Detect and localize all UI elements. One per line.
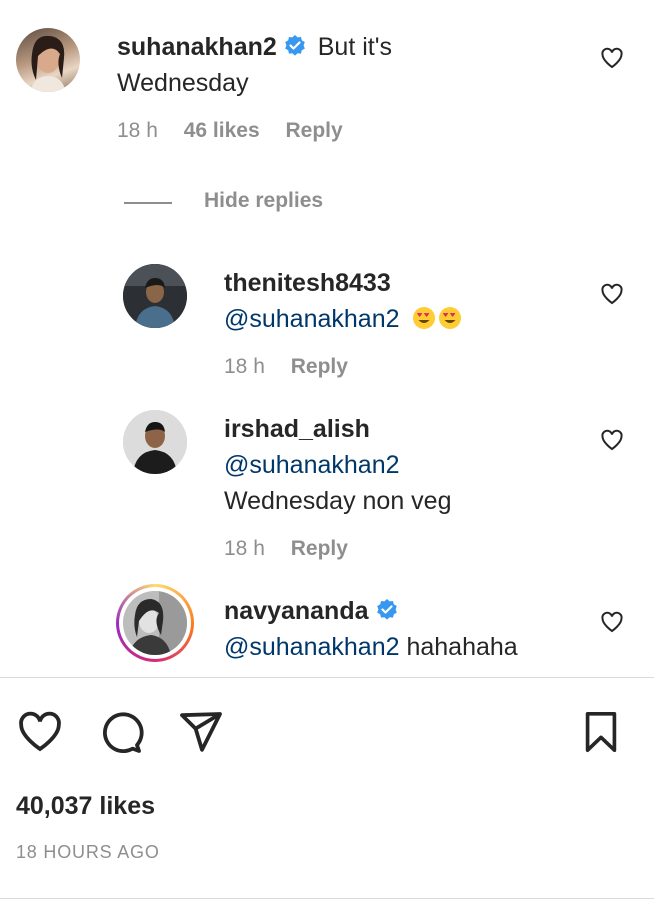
bottom-divider [0, 898, 654, 899]
section-divider [0, 677, 654, 678]
verified-badge-icon [376, 599, 397, 620]
reply-text: hahahaha [406, 633, 518, 661]
reply-username[interactable]: navyananda [224, 597, 369, 625]
post-likes[interactable]: 40,037 likes [16, 792, 155, 821]
reply-mention[interactable]: @suhanakhan2 [224, 305, 400, 333]
like-reply-heart-icon[interactable] [600, 610, 624, 634]
avatar-image [123, 591, 187, 655]
avatar-image [123, 264, 187, 328]
reply-mention[interactable]: @suhanakhan2 [224, 633, 400, 661]
comment-meta: 18 h 46 likes Reply [117, 119, 343, 143]
reply-time[interactable]: 18 h [224, 537, 265, 560]
comment-bubble-icon[interactable] [96, 708, 144, 756]
like-post-heart-icon[interactable] [16, 708, 64, 756]
reply-button[interactable]: Reply [285, 119, 342, 142]
hide-replies-line [124, 202, 172, 204]
reply-mention[interactable]: @suhanakhan2 [224, 451, 400, 479]
verified-badge-icon [284, 35, 305, 56]
comment-likes[interactable]: 46 likes [184, 119, 260, 142]
avatar-navyananda-story-ring[interactable] [116, 584, 194, 662]
heart-eyes-emoji-icon [413, 307, 436, 329]
share-paper-plane-icon[interactable] [176, 708, 224, 756]
comment-username[interactable]: suhanakhan2 [117, 33, 277, 61]
save-bookmark-icon[interactable] [578, 708, 624, 756]
like-reply-heart-icon[interactable] [600, 282, 624, 306]
heart-eyes-emoji-icon [439, 307, 462, 329]
reply-3: navyananda @suhanakhan2 hahahaha [224, 593, 584, 665]
comment-main: suhanakhan2 But it's Wednesday [117, 29, 577, 101]
reply-text: Wednesday non veg [224, 487, 452, 515]
like-comment-heart-icon[interactable] [600, 46, 624, 70]
reply-1: thenitesh8433 @suhanakhan2 [224, 265, 584, 337]
reply-button[interactable]: Reply [291, 537, 348, 560]
reply-meta: 18 h Reply [224, 355, 348, 379]
like-reply-heart-icon[interactable] [600, 428, 624, 452]
comment-time[interactable]: 18 h [117, 119, 158, 142]
comment-text-line2: Wednesday [117, 69, 249, 97]
avatar-irshad-alish[interactable] [123, 410, 187, 474]
reply-meta: 18 h Reply [224, 537, 348, 561]
reply-username[interactable]: irshad_alish [224, 415, 370, 443]
comment-text-line1: But it's [317, 33, 392, 61]
avatar-suhanakhan2[interactable] [16, 28, 80, 92]
reply-2: irshad_alish @suhanakhan2 Wednesday non … [224, 411, 584, 519]
avatar-ring-gap [119, 587, 191, 659]
reply-time[interactable]: 18 h [224, 355, 265, 378]
reply-username[interactable]: thenitesh8433 [224, 269, 391, 297]
avatar-thenitesh8433[interactable] [123, 264, 187, 328]
post-timestamp[interactable]: 18 HOURS AGO [16, 842, 160, 863]
hide-replies-button[interactable]: Hide replies [204, 189, 323, 213]
avatar-photo [123, 591, 187, 655]
avatar-image [123, 410, 187, 474]
reply-button[interactable]: Reply [291, 355, 348, 378]
avatar-image [30, 35, 66, 92]
